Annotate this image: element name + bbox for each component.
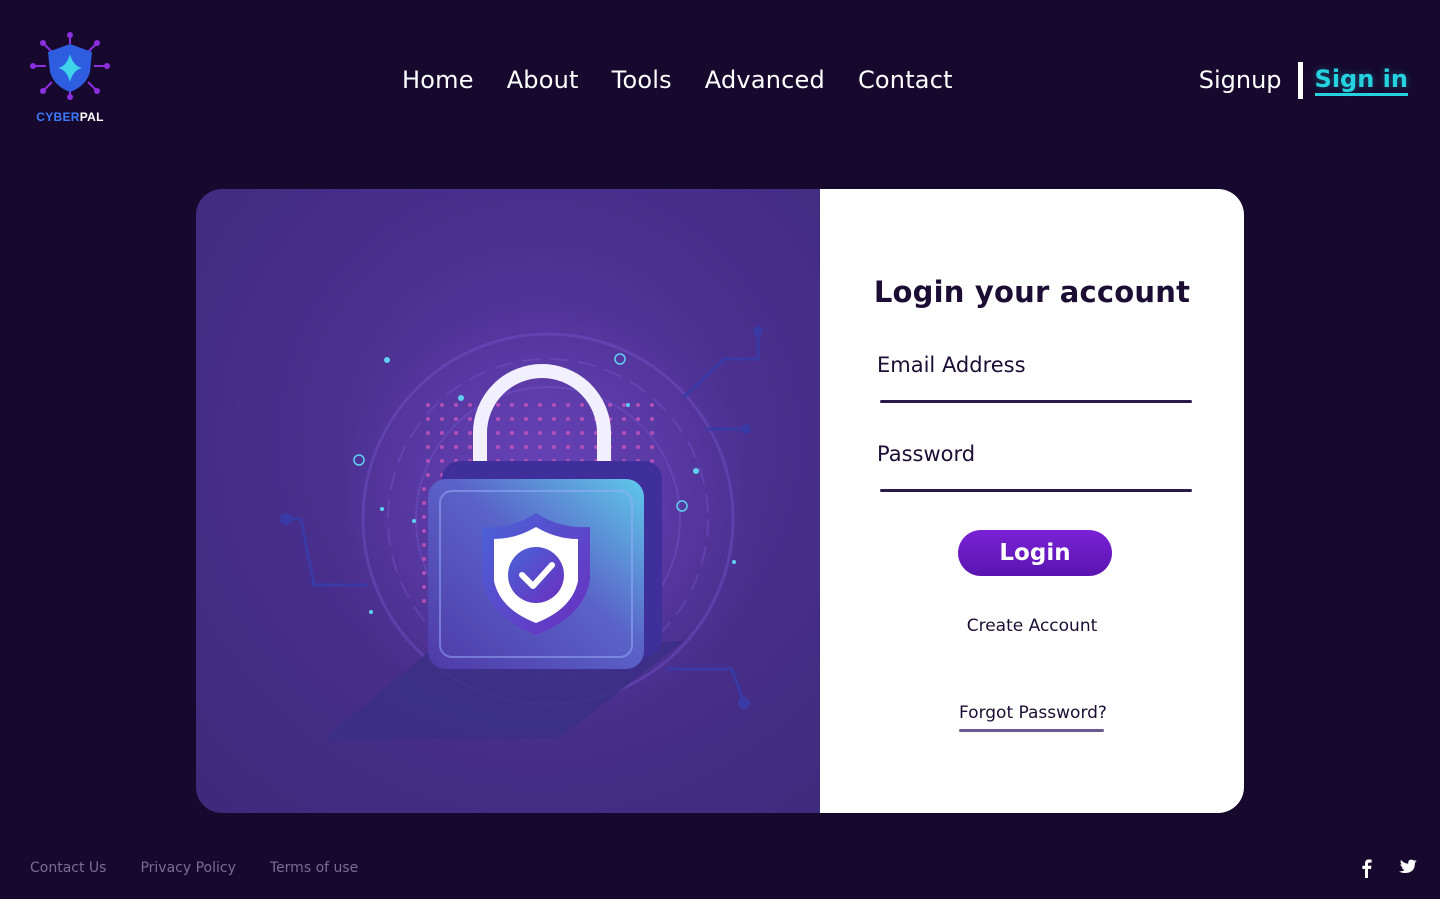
auth-divider [1297, 61, 1303, 99]
signin-link[interactable]: Sign in [1314, 65, 1408, 96]
email-field[interactable] [880, 369, 1192, 399]
footer-contact-us[interactable]: Contact Us [30, 860, 106, 876]
security-illustration [196, 189, 820, 813]
main-nav: Home About Tools Advanced Contact [402, 62, 953, 98]
forgot-password-underline [959, 729, 1104, 732]
twitter-icon[interactable] [1398, 858, 1417, 878]
login-button[interactable]: Login [958, 530, 1112, 576]
brand-name-part2: PAL [79, 110, 104, 124]
nav-tools[interactable]: Tools [612, 66, 672, 94]
footer-privacy-policy[interactable]: Privacy Policy [140, 860, 235, 876]
brand-name-part1: CYBER [36, 110, 80, 124]
social-links [1358, 858, 1417, 878]
signup-link[interactable]: Signup [1199, 66, 1282, 94]
nav-advanced[interactable]: Advanced [705, 66, 825, 94]
nav-about[interactable]: About [507, 66, 579, 94]
nav-contact[interactable]: Contact [858, 66, 953, 94]
login-form: Login your account Email Address Passwor… [820, 189, 1244, 813]
forgot-password-link[interactable]: Forgot Password? [959, 703, 1107, 723]
form-title: Login your account [873, 275, 1191, 309]
padlock-shield-check-icon [280, 304, 763, 739]
shield-network-icon [30, 32, 110, 100]
footer-terms-of-use[interactable]: Terms of use [270, 860, 358, 876]
nav-home[interactable]: Home [402, 66, 474, 94]
brand-name: CYBERPAL [36, 110, 104, 124]
email-underline [880, 400, 1192, 403]
auth-links: Signup Sign in [1199, 61, 1408, 99]
facebook-icon[interactable] [1358, 858, 1376, 878]
password-underline [880, 489, 1192, 492]
create-account-link[interactable]: Create Account [820, 616, 1244, 636]
login-card: Login your account Email Address Passwor… [196, 189, 1244, 813]
password-field[interactable] [880, 458, 1192, 488]
brand-logo[interactable]: CYBERPAL [28, 30, 112, 130]
footer-links: Contact Us Privacy Policy Terms of use [30, 860, 358, 876]
